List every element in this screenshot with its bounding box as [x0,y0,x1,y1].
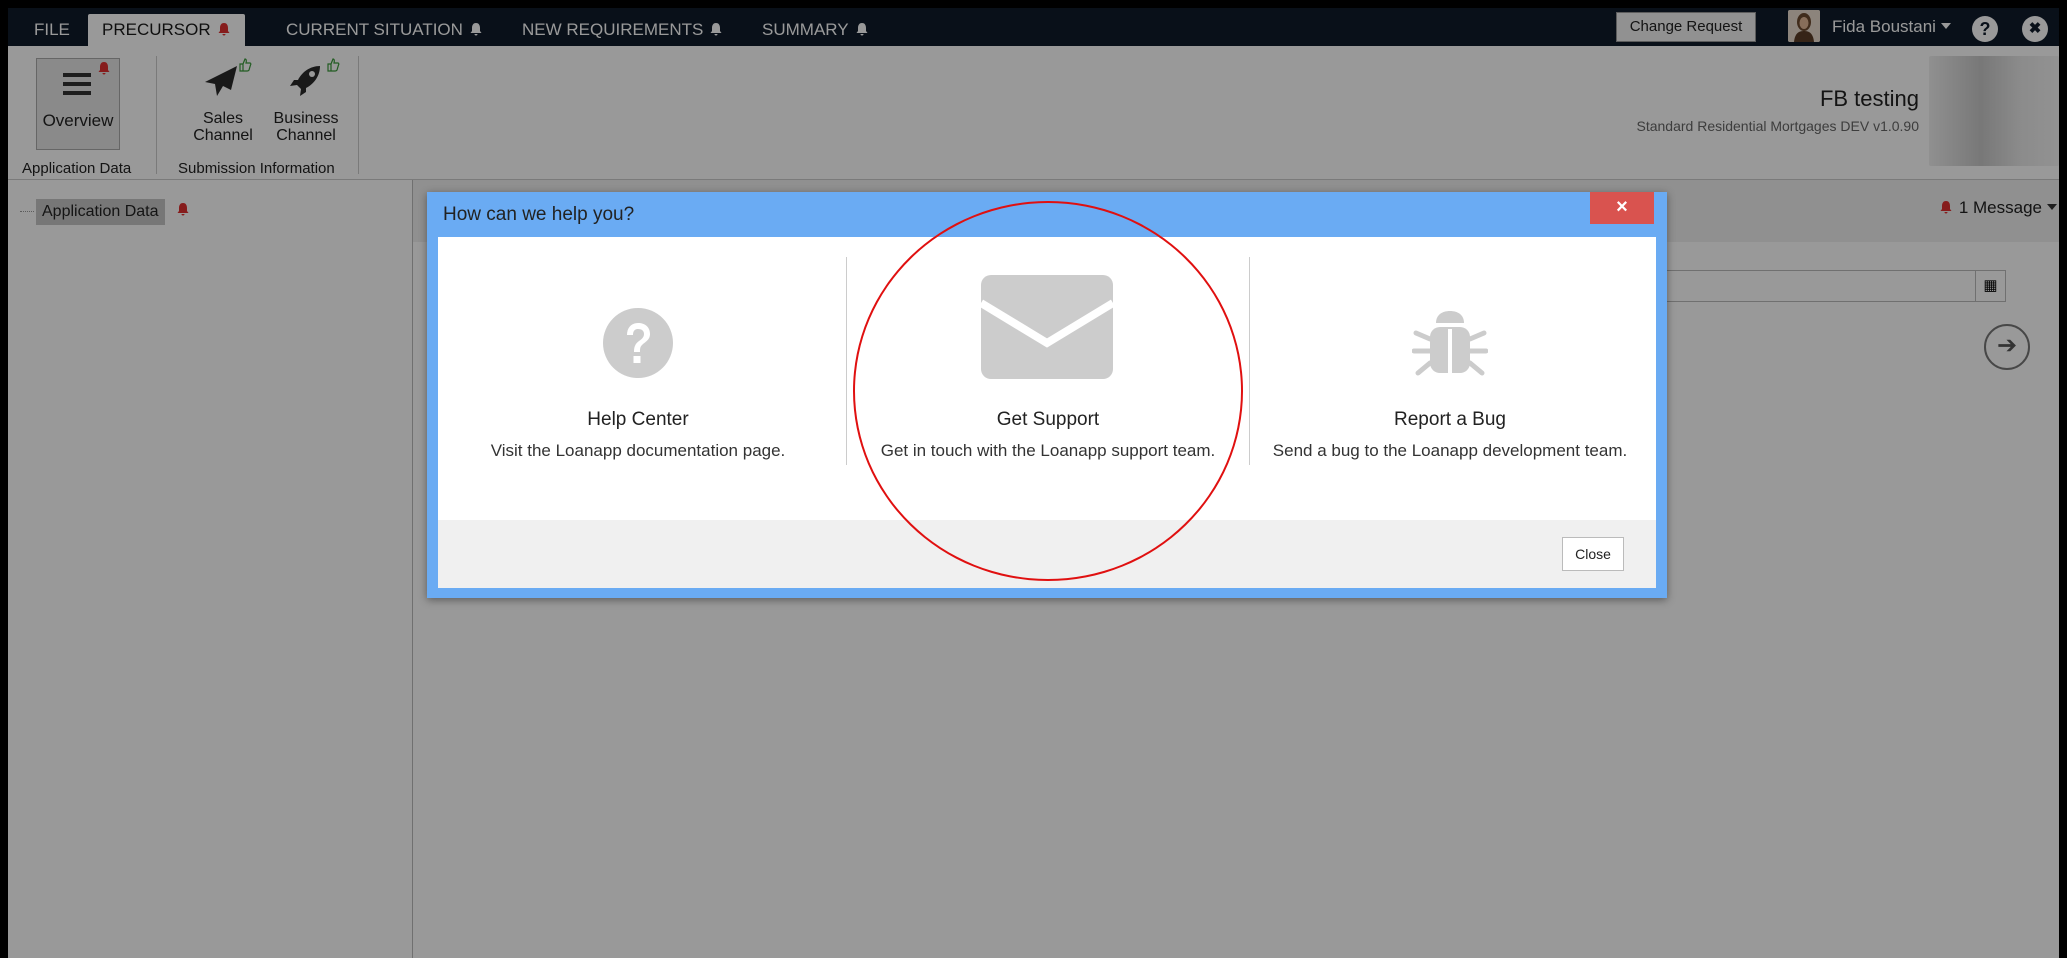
option-title: Help Center [587,409,689,430]
question-icon [603,308,673,378]
close-button[interactable]: Close [1562,537,1624,571]
app-window: FILE PRECURSOR CURRENT SITUATION NEW REQ… [0,0,2067,958]
option-title: Report a Bug [1394,409,1506,430]
help-center-option[interactable]: Help Center Visit the Loanapp documentat… [438,257,838,460]
bug-icon [1412,311,1488,376]
report-bug-option[interactable]: Report a Bug Send a bug to the Loanapp d… [1250,257,1650,460]
column-divider [846,257,847,465]
dialog-title: How can we help you? [443,204,635,225]
option-description: Visit the Loanapp documentation page. [490,441,786,460]
option-description: Send a bug to the Loanapp development te… [1272,441,1628,460]
dialog-close-x-button[interactable]: × [1590,192,1654,224]
annotation-circle [853,201,1243,581]
